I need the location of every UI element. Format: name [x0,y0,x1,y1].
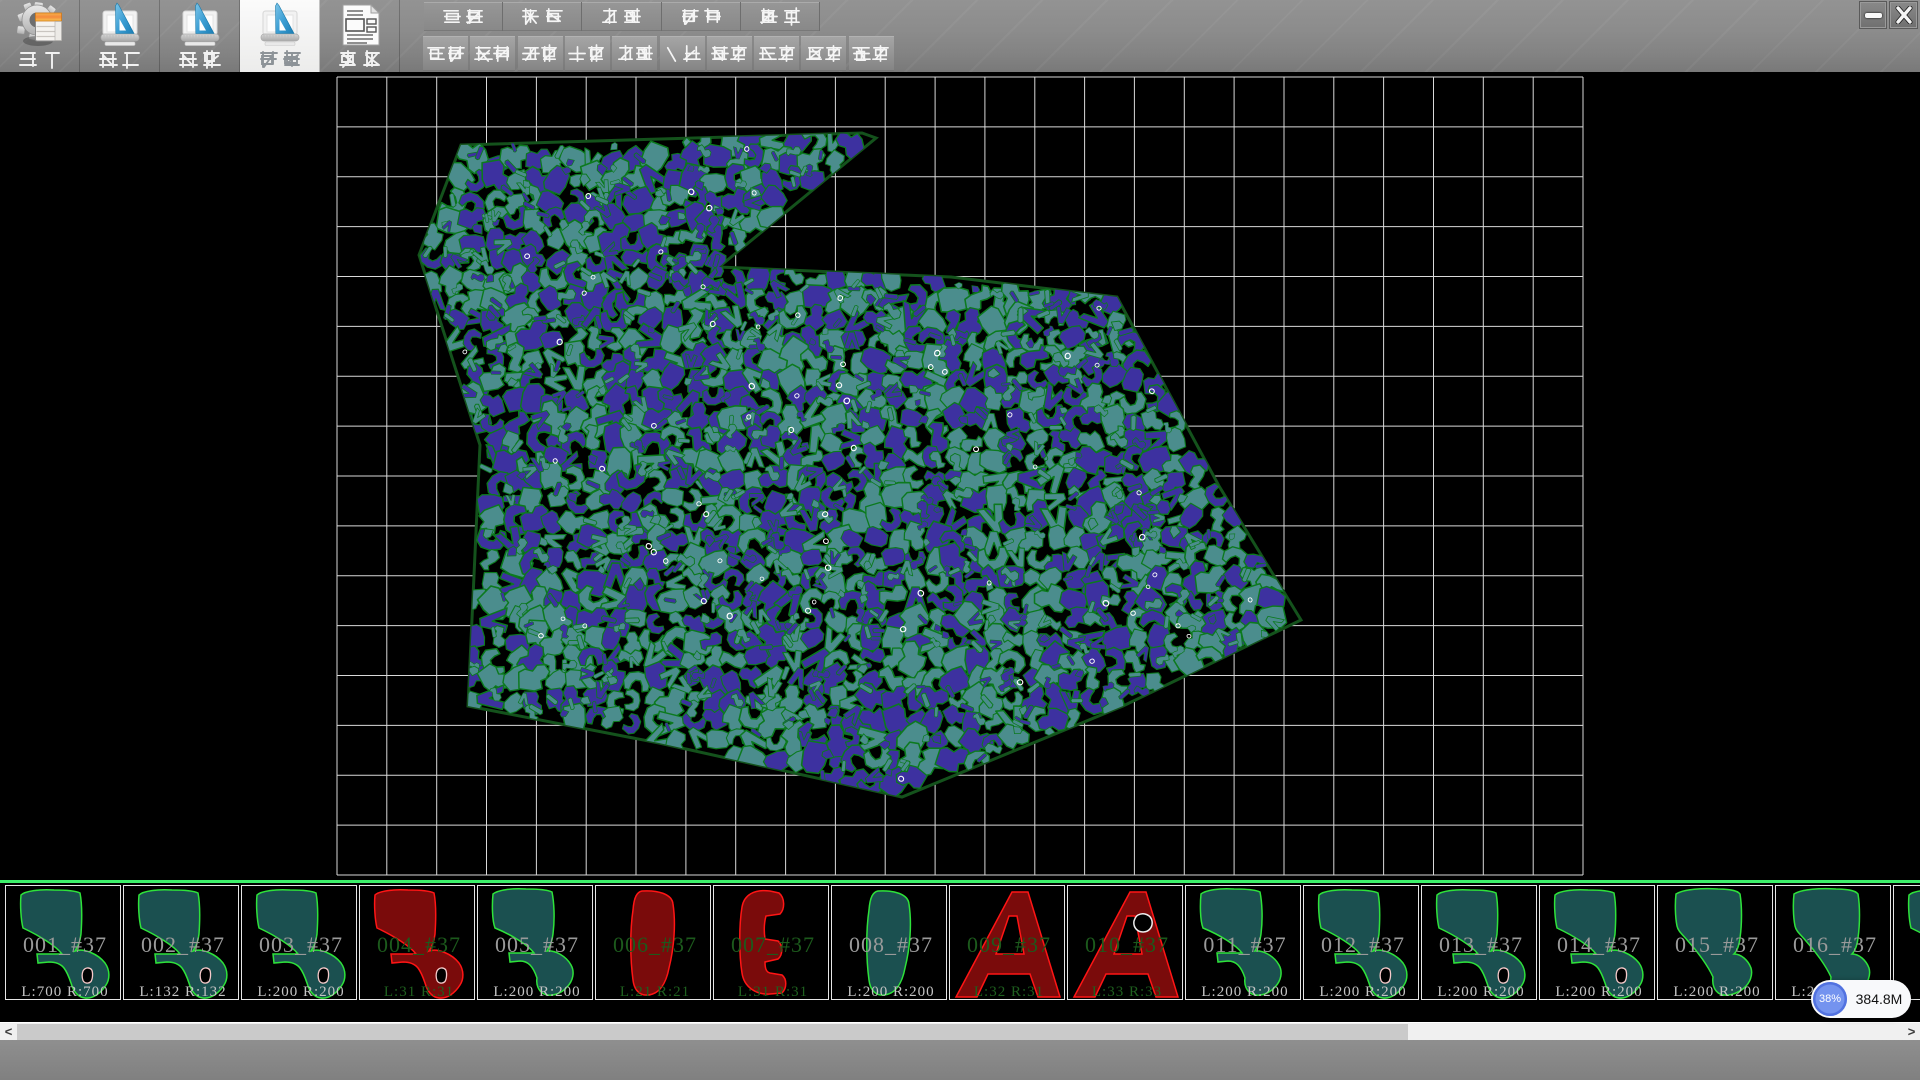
svg-text:L:200 R:200: L:200 R:200 [1673,984,1760,1000]
svg-text:L:200 R:200: L:200 R:200 [257,984,344,1000]
svg-text:014_#37: 014_#37 [1557,932,1641,957]
svg-text:009_#37: 009_#37 [967,932,1051,957]
svg-text:011_#37: 011_#37 [1203,932,1286,957]
svg-text:L:21 R:21: L:21 R:21 [620,984,690,1000]
svg-text:013_#37: 013_#37 [1439,932,1523,957]
svg-text:L:32 R:31: L:32 R:31 [974,984,1044,1000]
svg-text:L:200 R:200: L:200 R:200 [1201,984,1288,1000]
svg-text:001_#37: 001_#37 [23,932,107,957]
svg-text:016_#37: 016_#37 [1793,932,1877,957]
svg-text:007_#37: 007_#37 [731,932,815,957]
svg-text:002_#37: 002_#37 [141,932,225,957]
svg-text:L:31 R:31: L:31 R:31 [384,984,454,1000]
svg-text:008_#37: 008_#37 [849,932,933,957]
svg-text:006_#37: 006_#37 [613,932,697,957]
svg-text:L:31 R:31: L:31 R:31 [738,984,808,1000]
svg-text:005_#37: 005_#37 [495,932,579,957]
svg-text:003_#37: 003_#37 [259,932,343,957]
svg-text:L:200 R:200: L:200 R:200 [847,984,934,1000]
svg-text:012_#37: 012_#37 [1321,932,1405,957]
svg-text:015_#37: 015_#37 [1675,932,1759,957]
svg-text:L:33 R:33: L:33 R:33 [1092,984,1162,1000]
svg-text:L:132 R:132: L:132 R:132 [139,984,226,1000]
svg-text:L:700 R:700: L:700 R:700 [21,984,108,1000]
svg-text:L:200 R:200: L:200 R:200 [1319,984,1406,1000]
svg-text:L:200 R:200: L:200 R:200 [1555,984,1642,1000]
svg-text:010_#37: 010_#37 [1085,932,1169,957]
svg-text:L:200 R:200: L:200 R:200 [1437,984,1524,1000]
svg-text:L:200 R:200: L:200 R:200 [493,984,580,1000]
svg-text:004_#37: 004_#37 [377,932,461,957]
